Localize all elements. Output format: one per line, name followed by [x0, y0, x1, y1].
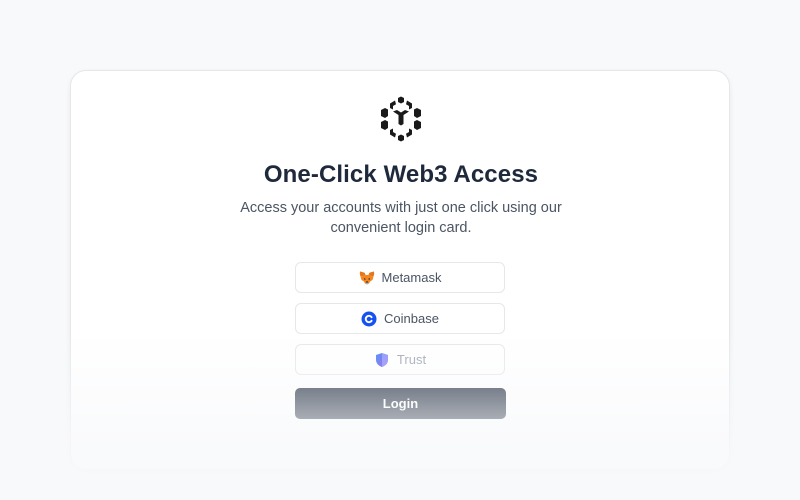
metamask-label: Metamask — [381, 270, 442, 285]
coinbase-label: Coinbase — [384, 311, 439, 326]
login-card: One-Click Web3 Access Access your accoun… — [70, 70, 730, 470]
coinbase-button[interactable]: Coinbase — [295, 303, 505, 334]
trust-label: Trust — [396, 352, 427, 367]
page-subtitle: Access your accounts with just one click… — [240, 200, 562, 236]
trust-button[interactable]: Trust — [295, 344, 505, 375]
page: One-Click Web3 Access Access your accoun… — [0, 0, 800, 500]
metamask-fox-icon — [359, 271, 374, 284]
page-title: One-Click Web3 Access — [263, 161, 539, 188]
cube-logo-icon — [381, 96, 421, 142]
login-button[interactable]: Login — [295, 388, 506, 419]
trust-shield-icon — [375, 352, 388, 367]
metamask-button[interactable]: Metamask — [295, 262, 505, 293]
coinbase-icon — [361, 311, 377, 326]
